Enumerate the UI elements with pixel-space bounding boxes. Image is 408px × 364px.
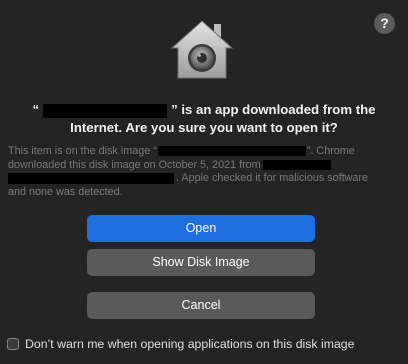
redacted-source-url (262, 159, 331, 170)
redacted-app-name (43, 103, 168, 118)
dialog-title: “ ” is an app downloaded from the Interne… (20, 101, 388, 137)
cancel-button[interactable]: Cancel (87, 292, 315, 319)
title-line1: ” is an app downloaded from the (171, 102, 376, 117)
message-line3-end: . Apple checked it for malicious softwar… (176, 172, 369, 184)
message-line1-end: ”. Chrome (306, 145, 355, 157)
gatekeeper-house-icon (170, 20, 234, 79)
redacted-source-url-cont (8, 172, 174, 184)
title-open-quote: “ (32, 102, 40, 117)
show-disk-image-button[interactable]: Show Disk Image (87, 249, 315, 276)
dont-warn-option[interactable]: Don’t warn me when opening applications … (7, 336, 354, 352)
title-line2: Internet. Are you sure you want to open … (70, 120, 338, 135)
message-line2-start: downloaded this disk image on October 5,… (8, 158, 261, 171)
open-app-warning-dialog: ? “ ” is an app downloaded from the Inter… (0, 0, 408, 364)
redacted-disk-image-name (157, 146, 306, 157)
dont-warn-label[interactable]: Don’t warn me when opening applications … (25, 337, 354, 351)
message-line4: and none was detected. (8, 185, 123, 198)
open-button[interactable]: Open (87, 215, 315, 242)
dont-warn-checkbox[interactable] (7, 338, 19, 350)
message-line1-start: This item is on the disk image “ (8, 145, 157, 157)
dialog-message: This item is on the disk image “ ”. Chrom… (8, 145, 404, 199)
help-button[interactable]: ? (374, 13, 395, 34)
